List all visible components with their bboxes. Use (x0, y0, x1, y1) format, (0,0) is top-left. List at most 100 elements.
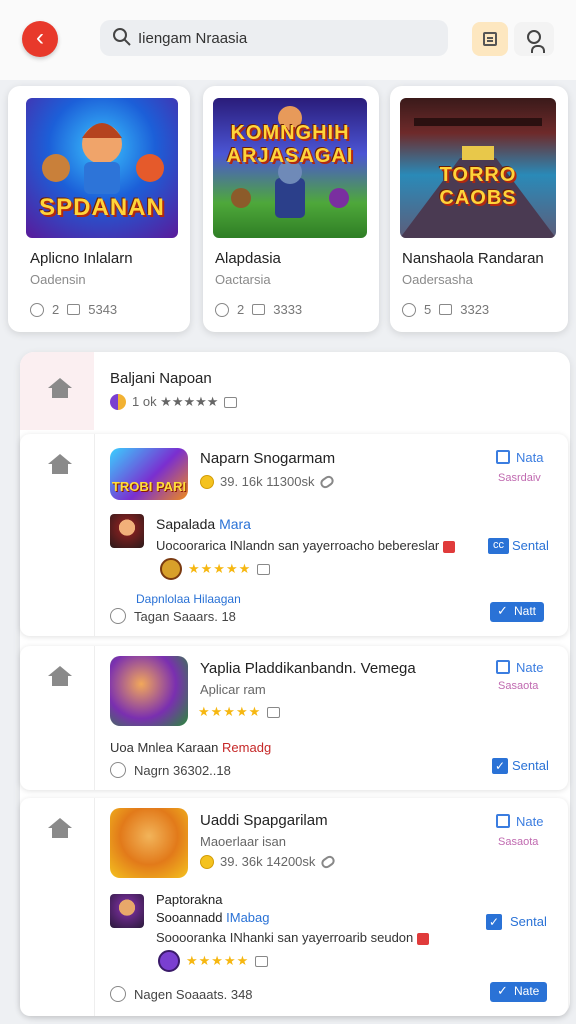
search-bar[interactable] (100, 20, 448, 56)
sent-label: Sental (512, 538, 549, 553)
home-icon[interactable] (44, 816, 76, 844)
sent-check-icon[interactable]: ✓ (486, 914, 502, 930)
star-rating: ★★★★★ (188, 561, 252, 576)
pink-label: Sasaota (498, 680, 539, 692)
list-item[interactable]: Yaplia Pladdikanbandn. Vemega Aplicar ra… (20, 646, 568, 790)
developer-line: Uoa Mnlea Karaan Remadg (110, 740, 271, 755)
top-bar: ‹ (0, 0, 576, 80)
developer-avatar (110, 514, 144, 548)
game-art-logo: SPDANAN (39, 194, 165, 221)
featured-subtitle: Oadersasha (402, 272, 473, 287)
developer-line-text: Sooannadd (156, 910, 223, 925)
app-list: Baljani Napoan 1 ok ★★★★★ TROBI PARI Nap… (20, 352, 570, 1016)
game-art-logo: TORRO CAOBS (439, 164, 517, 209)
developer-name-line: Sooannadd IMabag (156, 910, 270, 925)
share-icon (439, 304, 453, 315)
footer-text: Tagan Saaars. 18 (134, 608, 236, 624)
image-icon (224, 396, 238, 408)
user-icon (527, 30, 545, 53)
sent-check-icon[interactable]: ✓ (492, 758, 508, 774)
badge-icon (158, 950, 180, 972)
link-icon (318, 473, 337, 490)
developer-link[interactable]: Dapnlolaa Hilaagan (136, 592, 241, 606)
back-button[interactable]: ‹ (22, 21, 58, 57)
flag-icon (443, 540, 456, 553)
share-icon (252, 304, 266, 315)
featured-title: Aplicno Inlalarn (30, 250, 133, 267)
select-checkbox[interactable] (496, 450, 510, 464)
developer-tag: IMabag (226, 910, 270, 925)
select-checkbox[interactable] (496, 814, 510, 828)
star-rating: ★★★★★ (186, 953, 250, 968)
featured-thumbnail: KOMNGHIH ARJASAGAI (213, 98, 367, 238)
list-item[interactable]: Uaddi Spapgarilam Maoerlaar isan 39. 36k… (20, 798, 568, 1016)
image-icon (267, 706, 281, 718)
app-meta: 39. 36k 14200sk (200, 853, 338, 870)
developer-name: Sapalada Mara (156, 516, 251, 532)
app-icon (110, 656, 188, 726)
footer-text: Nagrn 36302..18 (134, 762, 231, 778)
featured-stats: 2 5343 (30, 302, 117, 317)
action-button[interactable]: Sental (512, 758, 549, 773)
action-button[interactable]: Natt (490, 602, 545, 622)
featured-subtitle: Oactarsia (215, 272, 271, 287)
footer-text: Nagen Soaaats. 348 (134, 986, 253, 1002)
featured-stats: 2 3333 (215, 302, 302, 317)
app-description-text: Sooooranka INhanki san yayerroarib seudo… (156, 930, 414, 945)
rating-row: ★★★★★ (158, 950, 269, 972)
featured-card[interactable]: KOMNGHIH ARJASAGAI Alapdasia Oactarsia 2… (203, 86, 379, 332)
info-icon (110, 986, 126, 1002)
featured-title: Nanshaola Randaran (402, 250, 544, 267)
action-button[interactable]: Nate (490, 982, 548, 1002)
stat-views: 3333 (273, 302, 303, 317)
stat-views: 5343 (88, 302, 118, 317)
list-button[interactable] (472, 22, 508, 56)
rating-row: ★★★★★ (198, 704, 281, 720)
pink-label: Sasrdaiv (498, 472, 541, 484)
info-icon (110, 608, 126, 624)
featured-thumbnail: SPDANAN (26, 98, 178, 238)
app-description-text: Uocoorarica INlandn san yayerroacho bebe… (156, 538, 440, 553)
list-header-title: Baljani Napoan (110, 370, 212, 387)
featured-thumbnail: TORRO CAOBS (400, 98, 556, 238)
home-icon[interactable] (44, 664, 76, 692)
developer-tag: Mara (219, 516, 251, 532)
thumb-icon (30, 302, 44, 317)
developer-line-text: Uoa Mnlea Karaan (110, 740, 219, 755)
home-icon[interactable] (44, 452, 76, 480)
item-footer: Tagan Saaars. 18 (110, 608, 236, 624)
badge-icon (160, 558, 182, 580)
thumb-icon (215, 302, 229, 317)
game-art-figure (231, 106, 349, 218)
star-rating: ★★★★★ (198, 704, 262, 719)
app-meta-text: 39. 36k 14200sk (220, 854, 316, 869)
list-item[interactable]: TROBI PARI Naparn Snogarmam 39. 16k 1130… (20, 434, 568, 636)
featured-card[interactable]: TORRO CAOBS Nanshaola Randaran Oadersash… (390, 86, 568, 332)
flag-icon (417, 932, 430, 945)
checkbox-label: Nate (516, 814, 544, 829)
image-icon (257, 563, 271, 575)
home-icon[interactable] (44, 376, 76, 404)
divider (94, 798, 95, 1016)
sent-label[interactable]: Sental (510, 914, 547, 929)
app-subtitle: Aplicar ram (200, 682, 266, 697)
app-icon-art: TROBI PARI (111, 479, 187, 494)
divider (94, 646, 95, 790)
list-header-cell (20, 352, 94, 430)
profile-button[interactable] (514, 22, 554, 56)
coin-icon (200, 854, 214, 869)
stat-count: 2 (52, 302, 60, 317)
list-header-rating: 1 ok ★★★★★ (110, 394, 238, 410)
search-input[interactable] (138, 26, 428, 50)
rating-row: ★★★★★ (160, 558, 271, 580)
rating-text: 1 ok ★★★★★ (132, 394, 219, 409)
blue-tag: cc (488, 538, 509, 554)
select-checkbox[interactable] (496, 660, 510, 674)
app-icon: TROBI PARI (110, 448, 188, 500)
developer-avatar (110, 894, 144, 928)
image-icon (255, 955, 269, 967)
stat-views: 3323 (460, 302, 490, 317)
featured-card[interactable]: SPDANAN Aplicno Inlalarn Oadensin 2 5343 (8, 86, 190, 332)
game-art-logo: KOMNGHIH ARJASAGAI (226, 122, 354, 167)
app-name: Yaplia Pladdikanbandn. Vemega (200, 660, 416, 677)
